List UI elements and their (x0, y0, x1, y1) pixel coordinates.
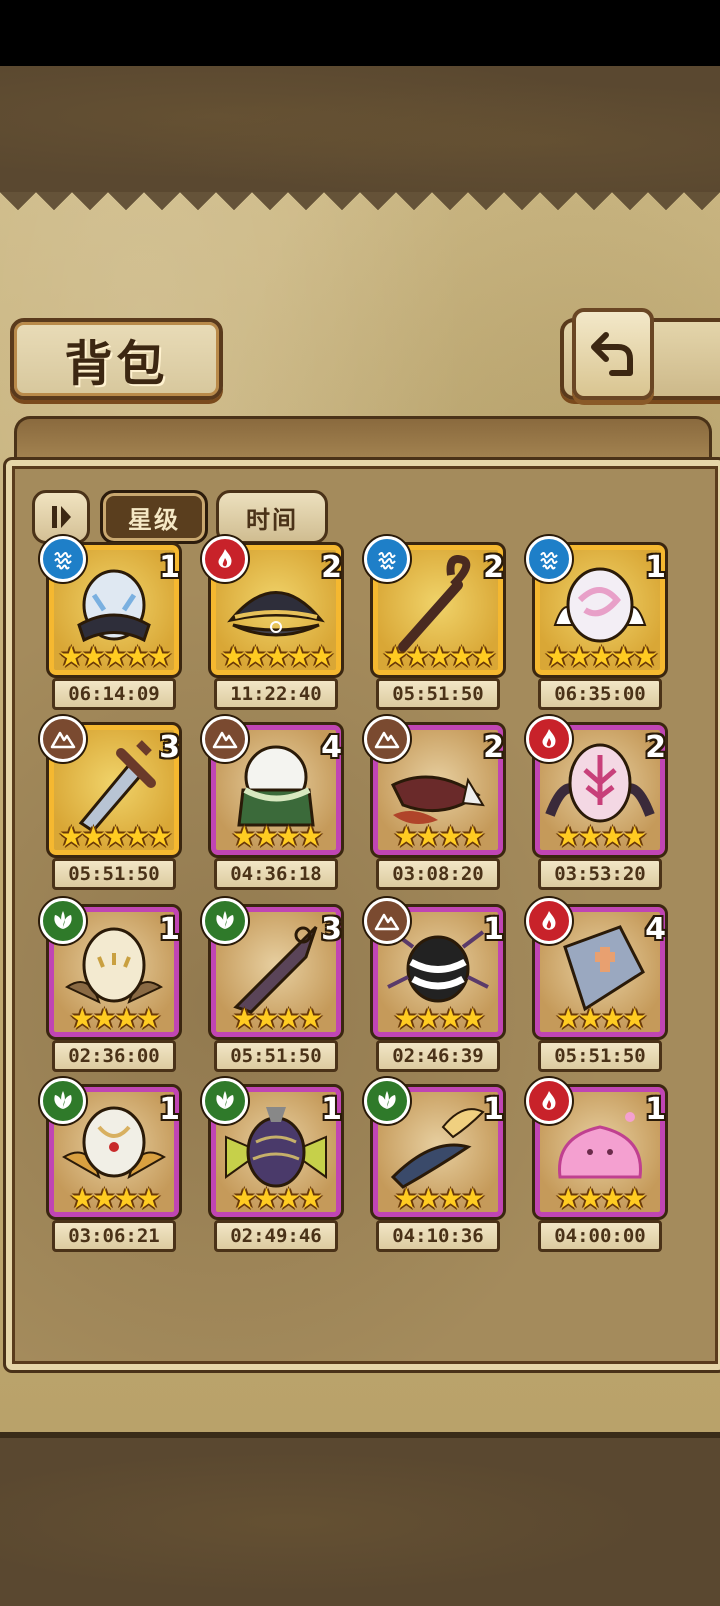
hatch-timer: 04:00:00 (538, 1220, 662, 1252)
item-count: 3 (159, 730, 180, 765)
inventory-item[interactable]: ★★★★★ 2 05:51:50 (364, 536, 506, 718)
star-rating: ★★★★★ (382, 640, 497, 673)
earth-element-icon (364, 716, 410, 762)
star-rating: ★★★★ (69, 1002, 161, 1035)
inventory-item[interactable]: ★★★★ 1 02:49:46 (202, 1078, 344, 1260)
item-count: 2 (645, 730, 666, 765)
hatch-timer: 06:35:00 (538, 678, 662, 710)
water-element-icon (40, 536, 86, 582)
water-element-icon (526, 536, 572, 582)
page-title: 背包 (64, 336, 169, 392)
item-count: 2 (321, 550, 342, 585)
nature-element-icon (40, 898, 86, 944)
inventory-item[interactable]: ★★★★ 1 02:36:00 (40, 898, 182, 1080)
title-plate: 背包 (10, 318, 223, 400)
hatch-timer: 05:51:50 (538, 1040, 662, 1072)
bottom-map-strip (0, 1432, 720, 1606)
star-rating: ★★★★ (231, 1182, 323, 1215)
hatch-timer: 03:06:21 (52, 1220, 176, 1252)
inventory-item[interactable]: ★★★★ 1 04:00:00 (526, 1078, 668, 1260)
star-rating: ★★★★ (69, 1182, 161, 1215)
star-rating: ★★★★ (231, 1002, 323, 1035)
item-count: 1 (645, 550, 666, 585)
nature-element-icon (364, 1078, 410, 1124)
star-rating: ★★★★ (393, 1182, 485, 1215)
star-rating: ★★★★★ (544, 640, 659, 673)
hatch-timer: 06:14:09 (52, 678, 176, 710)
return-arrow-icon (591, 332, 633, 376)
item-count: 1 (645, 1092, 666, 1127)
item-count: 1 (483, 1092, 504, 1127)
fire-element-icon (526, 1078, 572, 1124)
inventory-item[interactable]: ★★★★ 4 04:36:18 (202, 716, 344, 898)
star-rating: ★★★★★ (58, 640, 173, 673)
item-count: 4 (321, 730, 342, 765)
inventory-item[interactable]: ★★★★ 2 03:08:20 (364, 716, 506, 898)
star-rating: ★★★★ (555, 1002, 647, 1035)
hatch-timer: 03:53:20 (538, 858, 662, 890)
earth-element-icon (40, 716, 86, 762)
hatch-timer: 03:08:20 (376, 858, 500, 890)
tab-star-sort[interactable]: 星级 (100, 490, 208, 544)
item-count: 3 (321, 912, 342, 947)
earth-element-icon (202, 716, 248, 762)
hatch-timer: 02:49:46 (214, 1220, 338, 1252)
top-map-strip (0, 66, 720, 198)
inventory-item[interactable]: ★★★★ 2 03:53:20 (526, 716, 668, 898)
item-count: 2 (483, 730, 504, 765)
earth-element-icon (364, 898, 410, 944)
hatch-timer: 02:36:00 (52, 1040, 176, 1072)
hatch-timer: 11:22:40 (214, 678, 338, 710)
inventory-item[interactable]: ★★★★ 4 05:51:50 (526, 898, 668, 1080)
item-count: 2 (483, 550, 504, 585)
inventory-item[interactable]: ★★★★★ 3 05:51:50 (40, 716, 182, 898)
star-rating: ★★★★★ (220, 640, 335, 673)
tab-time-sort[interactable]: 时间 (216, 490, 328, 544)
water-element-icon (364, 536, 410, 582)
back-button-holder (560, 308, 720, 400)
star-rating: ★★★★ (555, 820, 647, 853)
hatch-timer: 05:51:50 (376, 678, 500, 710)
item-count: 4 (645, 912, 666, 947)
item-count: 1 (159, 550, 180, 585)
hatch-timer: 02:46:39 (376, 1040, 500, 1072)
hatch-timer: 04:10:36 (376, 1220, 500, 1252)
hatch-timer: 04:36:18 (214, 858, 338, 890)
nature-element-icon (40, 1078, 86, 1124)
fire-element-icon (526, 716, 572, 762)
hatch-timer: 05:51:50 (52, 858, 176, 890)
item-count: 1 (159, 1092, 180, 1127)
back-button[interactable] (572, 308, 654, 400)
star-rating: ★★★★ (555, 1182, 647, 1215)
inventory-item[interactable]: ★★★★★ 1 06:35:00 (526, 536, 668, 718)
item-count: 1 (321, 1092, 342, 1127)
inventory-item[interactable]: ★★★★ 1 02:46:39 (364, 898, 506, 1080)
inventory-item[interactable]: ★★★★ 1 04:10:36 (364, 1078, 506, 1260)
inventory-item[interactable]: ★★★★ 3 05:51:50 (202, 898, 344, 1080)
fire-element-icon (526, 898, 572, 944)
sort-order-icon (52, 506, 71, 528)
nature-element-icon (202, 1078, 248, 1124)
star-rating: ★★★★ (231, 820, 323, 853)
status-bar (0, 0, 720, 66)
fire-element-icon (202, 536, 248, 582)
inventory-item[interactable]: ★★★★★ 1 06:14:09 (40, 536, 182, 718)
panel-header (14, 416, 712, 463)
item-count: 1 (483, 912, 504, 947)
hatch-timer: 05:51:50 (214, 1040, 338, 1072)
item-count: 1 (159, 912, 180, 947)
inventory-item[interactable]: ★★★★ 1 03:06:21 (40, 1078, 182, 1260)
star-rating: ★★★★ (393, 820, 485, 853)
nature-element-icon (202, 898, 248, 944)
star-rating: ★★★★★ (58, 820, 173, 853)
star-rating: ★★★★ (393, 1002, 485, 1035)
inventory-item[interactable]: ★★★★★ 2 11:22:40 (202, 536, 344, 718)
